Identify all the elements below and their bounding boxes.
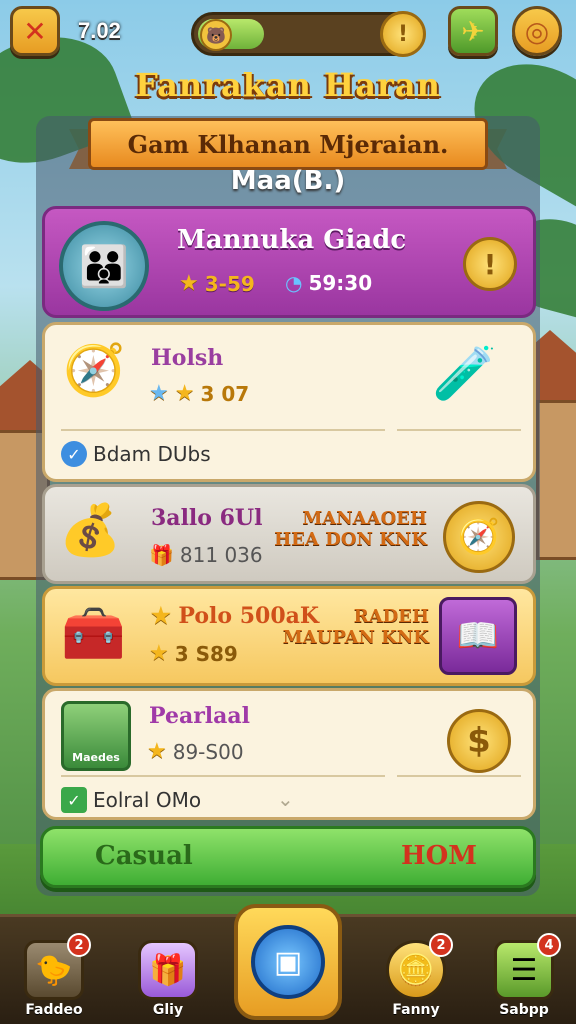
card-holsh[interactable]: 🧭 Holsh ★ ★ 3 07 🧪 ✓ Bdam DUbs — [42, 322, 536, 482]
star-icon: ★ — [149, 381, 169, 406]
cta-right-label: HOM — [401, 841, 477, 871]
check-icon: ✓ — [61, 787, 87, 813]
nav-label: Fanny — [392, 1002, 440, 1018]
check-icon: ✓ — [61, 441, 87, 467]
map-icon: ✈ — [461, 14, 485, 48]
title-ribbon: Gam Klhanan Mjeraian. — [88, 118, 488, 170]
star-icon: ★ — [151, 603, 171, 629]
stat-stars: ★ 89-S00 — [147, 739, 244, 764]
footer-option[interactable]: ✓ Bdam DUbs — [61, 441, 211, 467]
notification-badge: 2 — [429, 933, 453, 957]
gift-cube-icon: 🎁 — [138, 940, 198, 1000]
stat-gift: 🎁 811 036 — [149, 543, 263, 567]
close-button[interactable]: ✕ — [10, 6, 60, 56]
play-center-icon: ▣ — [251, 925, 325, 999]
star-icon: ★ — [147, 739, 167, 764]
nav-label: Sabpp — [499, 1002, 549, 1018]
nav-label: Faddeo — [25, 1002, 83, 1018]
level-progress-bar: 🐻 ! — [191, 11, 426, 57]
family-avatar-icon: 👪 — [59, 221, 149, 311]
nav-item-faddeo[interactable]: 🐤 2 Faddeo — [14, 933, 94, 1018]
gift-icon: 🎁 — [149, 543, 174, 567]
promo-text: RADEH MAUPAN KNK — [282, 606, 429, 648]
stat-stars: ★ 3-59 — [179, 271, 255, 296]
card-profile[interactable]: 👪 Mannuka Giadc ★ 3-59 ◔ 59:30 ! — [42, 206, 536, 318]
score-value: 7.02 — [78, 18, 121, 43]
hut — [536, 400, 576, 560]
bird-icon: 🐤 2 — [24, 933, 91, 1000]
compass-star-icon: 🧭 — [63, 341, 126, 399]
divider — [397, 775, 521, 777]
promo-text: MANAAOEH HEA DON KNK — [274, 508, 427, 550]
notification-badge: 2 — [67, 933, 91, 957]
star-icon: ★ — [149, 641, 169, 666]
card-title: 3allo 6Ul — [151, 505, 263, 531]
card-coins[interactable]: 💰 3allo 6Ul 🎁 811 036 MANAAOEH HEA DON K… — [42, 484, 536, 584]
menu-icon: ☰ 4 — [494, 933, 561, 1000]
subtitle: Maa(B.) — [230, 166, 346, 196]
bear-icon: 🐻 — [200, 19, 232, 51]
compass-badge-icon: 🧭 — [443, 501, 515, 573]
coins-icon: 💰 — [59, 501, 122, 559]
top-bar: ✕ 7.02 🐻 ! ✈ ◎ — [8, 6, 568, 60]
notification-badge: 4 — [537, 933, 561, 957]
star-icon: ★ — [179, 271, 199, 296]
chest-badge: Maedes — [61, 701, 131, 771]
divider — [61, 429, 385, 431]
dollar-coin-button[interactable]: $ — [447, 709, 511, 773]
center-play-button[interactable]: ▣ — [234, 904, 342, 1020]
divider — [397, 429, 521, 431]
card-title: Pearlaal — [149, 703, 251, 729]
clock-icon: ◔ — [285, 271, 303, 295]
coin-button[interactable]: ! — [463, 237, 517, 291]
chevron-down-icon[interactable]: ⌄ — [277, 787, 294, 811]
coin-icon: ! — [380, 11, 426, 57]
game-title: Fanrakan Haran — [135, 66, 441, 104]
coin-stack-icon: 🪙 2 — [386, 933, 453, 1000]
chest-icon: 🧰 — [61, 604, 126, 664]
nav-label: Gliy — [152, 1002, 184, 1018]
card-title: Holsh — [151, 345, 224, 371]
card-pearlaal[interactable]: Maedes Pearlaal ★ 89-S00 $ ✓ Eolral OMo … — [42, 688, 536, 820]
stat-time: ◔ 59:30 — [285, 271, 373, 295]
potion-icon: 🧪 — [432, 344, 497, 404]
play-cta-button[interactable]: Casual HOM — [40, 826, 536, 888]
settings-icon: ◎ — [524, 14, 550, 48]
card-title: Mannuka Giadc — [177, 225, 407, 255]
nav-item-sabpp[interactable]: ☰ 4 Sabpp — [484, 933, 564, 1018]
card-chest[interactable]: 🧰 ★ Polo 500aK ★ 3 S89 RADEH MAUPAN KNK … — [42, 586, 536, 686]
cta-left-label: Casual — [95, 841, 193, 871]
settings-button[interactable]: ◎ — [512, 6, 562, 56]
star-icon: ★ — [174, 381, 195, 406]
nav-item-gliy[interactable]: 🎁 Gliy — [128, 940, 208, 1018]
nav-item-fanny[interactable]: 🪙 2 Fanny — [376, 933, 456, 1018]
map-button[interactable]: ✈ — [448, 6, 498, 56]
footer-option[interactable]: ✓ Eolral OMo — [61, 787, 201, 813]
stat-stars: ★ ★ 3 07 — [149, 381, 250, 406]
divider — [61, 775, 385, 777]
spellbook-icon: 📖 — [439, 597, 517, 675]
close-icon: ✕ — [23, 14, 47, 48]
stat-stars: ★ 3 S89 — [149, 641, 238, 666]
